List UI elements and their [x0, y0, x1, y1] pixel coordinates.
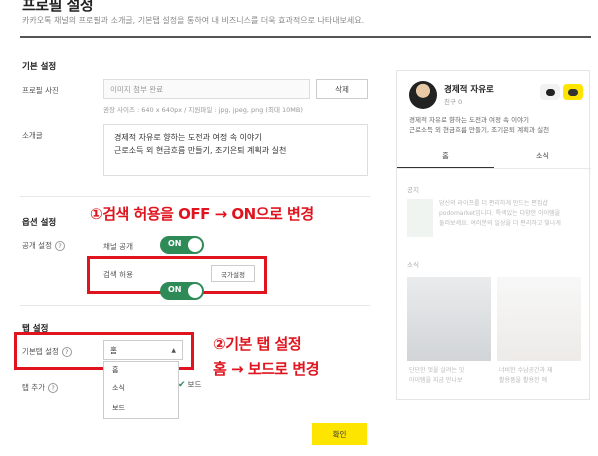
section-divider — [20, 196, 370, 197]
toggle-knob — [188, 238, 202, 252]
search-allow-label: 검색 허용 — [103, 270, 133, 279]
default-tab-text: 기본탭 설정 — [22, 347, 59, 356]
add-tab-board-label: 보드 — [187, 380, 202, 389]
delete-photo-button[interactable]: 삭제 — [316, 79, 368, 99]
checkmark-icon: ✔ — [178, 379, 186, 390]
public-setting-label: 공개 설정? — [22, 240, 65, 251]
default-tab-dropdown: 홈 소식 보드 — [103, 361, 179, 419]
caret-down-icon: ▲ — [171, 346, 176, 354]
news-card-image — [497, 277, 581, 361]
preview-news-label: 소식 — [407, 261, 419, 269]
photo-hint: 권장 사이즈 : 640 x 640px / 지원파일 : jpg, jpeg,… — [103, 106, 303, 114]
annotation-two-line2: 홈 → 보드로 변경 — [213, 360, 320, 378]
news-card-line: 너비한 수납공간과 재 — [499, 367, 553, 374]
preview-desc-line: 근로소득 외 현금흐름 만들기, 조기은퇴 계획과 실천 — [409, 126, 550, 134]
chat-icon[interactable] — [540, 84, 560, 100]
default-tab-label: 기본탭 설정? — [22, 346, 72, 357]
channel-public-label: 채널 공개 — [103, 242, 133, 251]
intro-label: 소개글 — [22, 131, 43, 140]
default-tab-value: 홈 — [110, 345, 117, 355]
avatar — [409, 81, 437, 109]
profile-preview: 경제적 자유로 친구 0 경제적 자유로 향하는 도전과 여정 속 이야기 근로… — [396, 70, 591, 400]
annotation-two-line1: ②기본 탭 설정 — [213, 335, 302, 353]
intro-line: 경제적 자유로 향하는 도전과 여정 속 이야기 — [114, 133, 262, 142]
notice-line: 당신의 라이프를 더 편리하게 만드는 편집샵 — [439, 200, 548, 207]
news-card-image — [407, 277, 491, 361]
preview-desc-line: 경제적 자유로 향하는 도전과 여정 속 이야기 — [409, 116, 530, 124]
dropdown-option-news[interactable]: 소식 — [104, 378, 178, 398]
country-setting-button[interactable]: 국가설정 — [211, 265, 255, 282]
news-card-line: 활용품을 활용한 에 — [499, 377, 547, 384]
help-icon[interactable]: ? — [61, 347, 72, 357]
default-tab-select[interactable]: 홈 ▲ — [103, 340, 183, 360]
preview-tab-news[interactable]: 소식 — [494, 151, 591, 161]
preview-friends: 친구 0 — [444, 98, 463, 106]
notice-image — [407, 199, 433, 237]
search-allow-toggle[interactable]: ON — [160, 282, 204, 300]
news-card-text: 단단한 멋을 살려는 잇 아이템을 지금 만나보 — [409, 366, 464, 386]
header-divider — [20, 36, 591, 38]
add-tab-text: 탭 추가 — [22, 383, 46, 392]
notice-line: podomarket입니다. 특색있는 다양한 아이템을 — [439, 210, 561, 217]
help-icon[interactable]: ? — [54, 241, 65, 251]
preview-desc: 경제적 자유로 향하는 도전과 여정 속 이야기 근로소득 외 현금흐름 만들기… — [409, 115, 549, 135]
preview-name: 경제적 자유로 — [444, 85, 494, 95]
profile-photo-label: 프로필 사진 — [22, 86, 59, 95]
channel-public-toggle[interactable]: ON — [160, 236, 204, 254]
news-card-text: 너비한 수납공간과 재 활용품을 활용한 에 — [499, 366, 553, 386]
confirm-button[interactable]: 확인 — [312, 423, 367, 445]
annotation-one: ①검색 허용을 OFF → ON으로 변경 — [90, 205, 314, 223]
basic-section-title: 기본 설정 — [22, 62, 57, 72]
profile-photo-input[interactable]: 이미지 첨부 완료 — [103, 79, 310, 99]
preview-tab-home[interactable]: 홈 — [397, 151, 494, 161]
section-divider — [20, 305, 370, 306]
options-section-title: 옵션 설정 — [22, 218, 57, 228]
help-icon[interactable]: ? — [48, 383, 59, 393]
page-description: 카카오톡 채널의 프로필과 소개글, 기본탭 설정을 통하여 내 비즈니스를 더… — [22, 16, 365, 25]
toggle-state: ON — [168, 285, 182, 294]
preview-notice-label: 공지 — [407, 186, 419, 194]
dropdown-option-board[interactable]: 보드 — [104, 398, 178, 418]
dropdown-option-home[interactable]: 홈 — [104, 362, 178, 378]
notice-line: 둘러보세요. 여러분의 일상을 더 편리하고 빛나게 — [439, 220, 561, 227]
news-card-line: 단단한 멋을 살려는 잇 — [409, 367, 465, 374]
notice-text: 당신의 라이프를 더 편리하게 만드는 편집샵 podomarket입니다. 특… — [439, 199, 561, 229]
channel-add-icon[interactable] — [563, 84, 583, 100]
toggle-state: ON — [168, 239, 182, 248]
add-tab-label: 탭 추가? — [22, 382, 59, 393]
intro-line: 근로소득 외 현금흐름 만들기, 조기은퇴 계획과 실천 — [114, 146, 287, 155]
public-setting-text: 공개 설정 — [22, 241, 52, 250]
toggle-knob — [188, 284, 202, 298]
intro-textarea[interactable]: 경제적 자유로 향하는 도전과 여정 속 이야기 근로소득 외 현금흐름 만들기… — [103, 124, 368, 176]
add-tab-board-checkbox[interactable]: ✔ 보드 — [178, 379, 201, 390]
page-title: 프로필 설정 — [22, 0, 94, 14]
preview-divider — [397, 168, 591, 169]
news-card-line: 아이템을 지금 만나보 — [409, 377, 463, 384]
